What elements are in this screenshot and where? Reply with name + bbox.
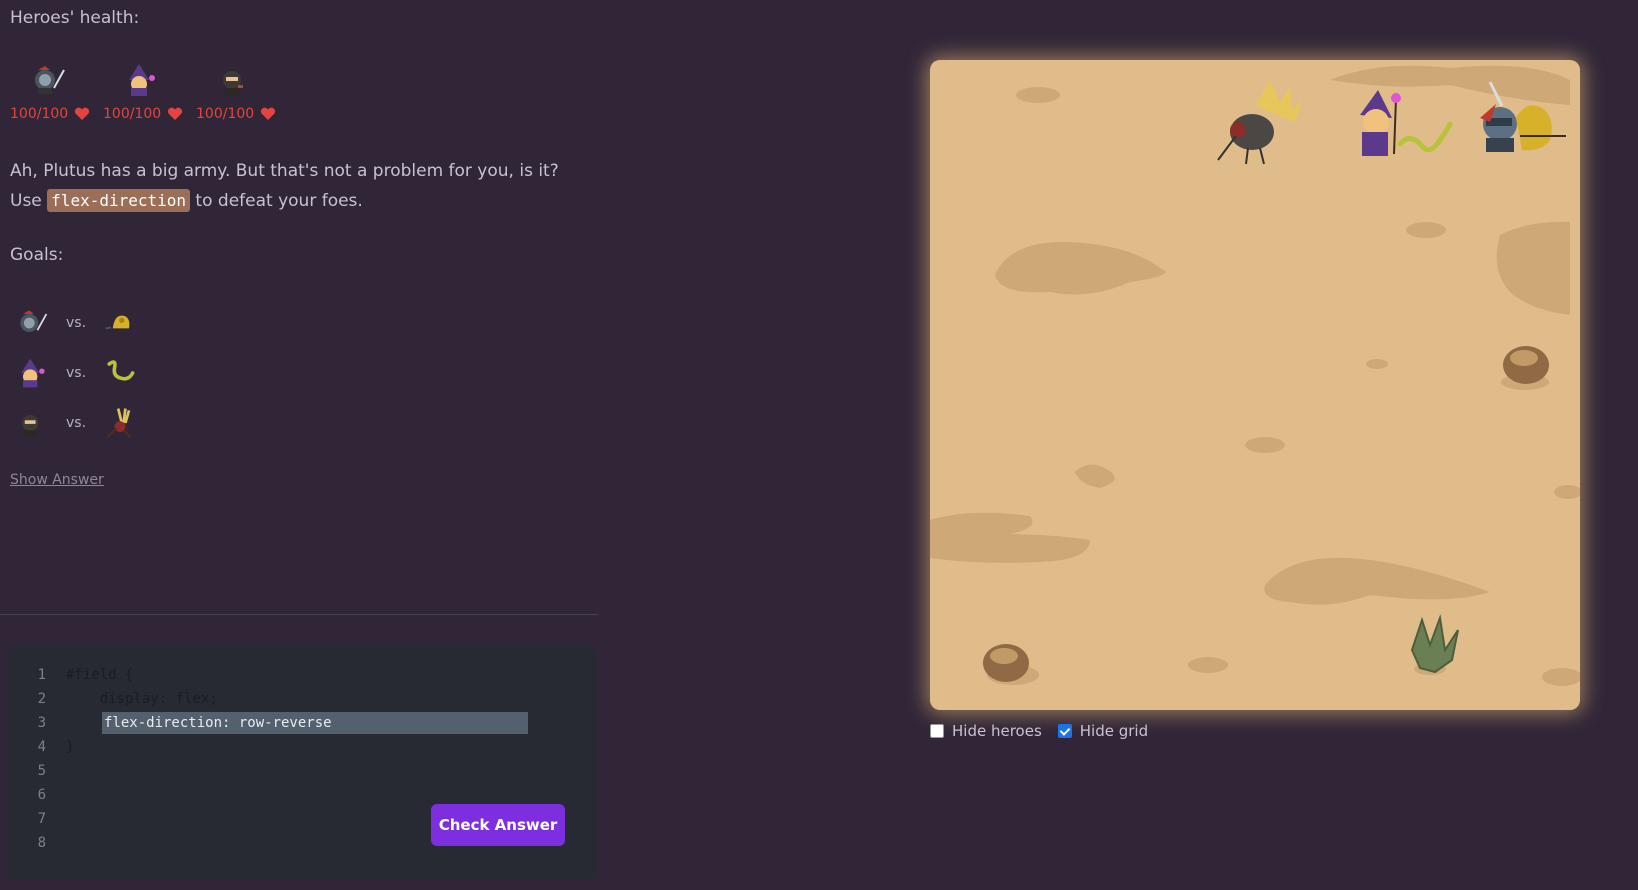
code-line: 4 }: [8, 736, 596, 758]
hero-health-wizard: 100/100: [103, 60, 196, 122]
line-number: 7: [37, 811, 46, 827]
wizard-icon: [129, 64, 155, 96]
goal-row: vs.: [14, 348, 138, 398]
code-text: #field {: [66, 667, 134, 683]
code-line: 6: [8, 784, 596, 806]
spider-enemy-sprite: [1217, 80, 1302, 165]
hide-heroes-label: Hide heroes: [952, 722, 1042, 740]
hp-readout: 100/100: [103, 106, 183, 122]
heroes-health-title: Heroes' health:: [10, 8, 140, 28]
hide-grid-checkbox[interactable]: [1057, 724, 1072, 738]
goals-list: vs. vs. vs.: [14, 298, 138, 448]
hide-heroes-checkbox[interactable]: [930, 724, 944, 738]
code-keyword-tag: flex-direction: [47, 189, 191, 212]
line-number: 3: [37, 715, 46, 731]
goal-row: vs.: [14, 298, 138, 348]
code-input-line[interactable]: flex-direction: row-reverse: [102, 712, 528, 734]
hide-heroes-option[interactable]: Hide heroes: [930, 722, 1042, 740]
line-number: 6: [37, 787, 46, 803]
battle-field: [930, 60, 1580, 710]
golden-beast-icon: [105, 315, 130, 330]
wizard-icon: [21, 358, 45, 388]
knight-icon: [20, 310, 48, 332]
hide-grid-label: Hide grid: [1079, 722, 1149, 740]
knight-icon: [35, 66, 65, 94]
vs-label: vs.: [66, 315, 87, 331]
rogue-icon: [22, 414, 39, 437]
field-terrain: [930, 65, 1580, 686]
hp-readout: 100/100: [10, 106, 90, 122]
code-line-editable[interactable]: 3 flex-direction: row-reverse: [8, 712, 596, 734]
snake-icon: [107, 360, 135, 381]
hp-value: 100/100: [10, 106, 69, 122]
snake-enemy-sprite: [1397, 121, 1453, 153]
heart-icon: [261, 107, 276, 120]
hide-grid-option[interactable]: Hide grid: [1057, 722, 1149, 740]
code-text: display: flex;: [66, 691, 218, 707]
goals-title: Goals:: [10, 245, 64, 265]
line-number: 1: [37, 667, 46, 683]
rock-icon: [983, 644, 1029, 682]
check-answer-button[interactable]: Check Answer: [431, 804, 565, 846]
vs-label: vs.: [66, 365, 87, 381]
code-text: }: [66, 739, 75, 755]
heart-icon: [75, 107, 90, 120]
line-number: 8: [37, 835, 46, 851]
instructions-panel: Heroes' health: 100/100 100/100 100/100 …: [0, 0, 598, 890]
line-number: 5: [37, 763, 46, 779]
spider-icon: [106, 408, 132, 439]
divider: [0, 614, 598, 615]
field-options: Hide heroes Hide grid: [930, 722, 1164, 740]
hp-value: 100/100: [196, 106, 255, 122]
line-number: 2: [37, 691, 46, 707]
code-line: 5: [8, 760, 596, 782]
cactus-bush-icon: [1410, 614, 1459, 674]
golden-beast-enemy-sprite: [1516, 105, 1566, 151]
goal-row: vs.: [14, 398, 138, 448]
hp-value: 100/100: [103, 106, 162, 122]
wizard-hero-sprite: [1360, 90, 1401, 156]
description-text-after: to defeat your foes.: [190, 191, 363, 211]
heart-icon: [168, 107, 183, 120]
code-line: 1 #field {: [8, 664, 596, 686]
show-answer-link[interactable]: Show Answer: [10, 472, 104, 488]
code-line: 2 display: flex;: [8, 688, 596, 710]
level-description: Ah, Plutus has a big army. But that's no…: [10, 156, 580, 216]
line-number: 4: [37, 739, 46, 755]
rock-icon: [1503, 346, 1549, 384]
vs-label: vs.: [66, 415, 87, 431]
hp-readout: 100/100: [196, 106, 276, 122]
sand-patches: [930, 65, 1580, 686]
heroes-health-list: 100/100 100/100 100/100: [10, 60, 289, 122]
rogue-icon: [223, 71, 243, 95]
hero-health-rogue: 100/100: [196, 60, 289, 122]
hero-health-knight: 100/100: [10, 60, 103, 122]
